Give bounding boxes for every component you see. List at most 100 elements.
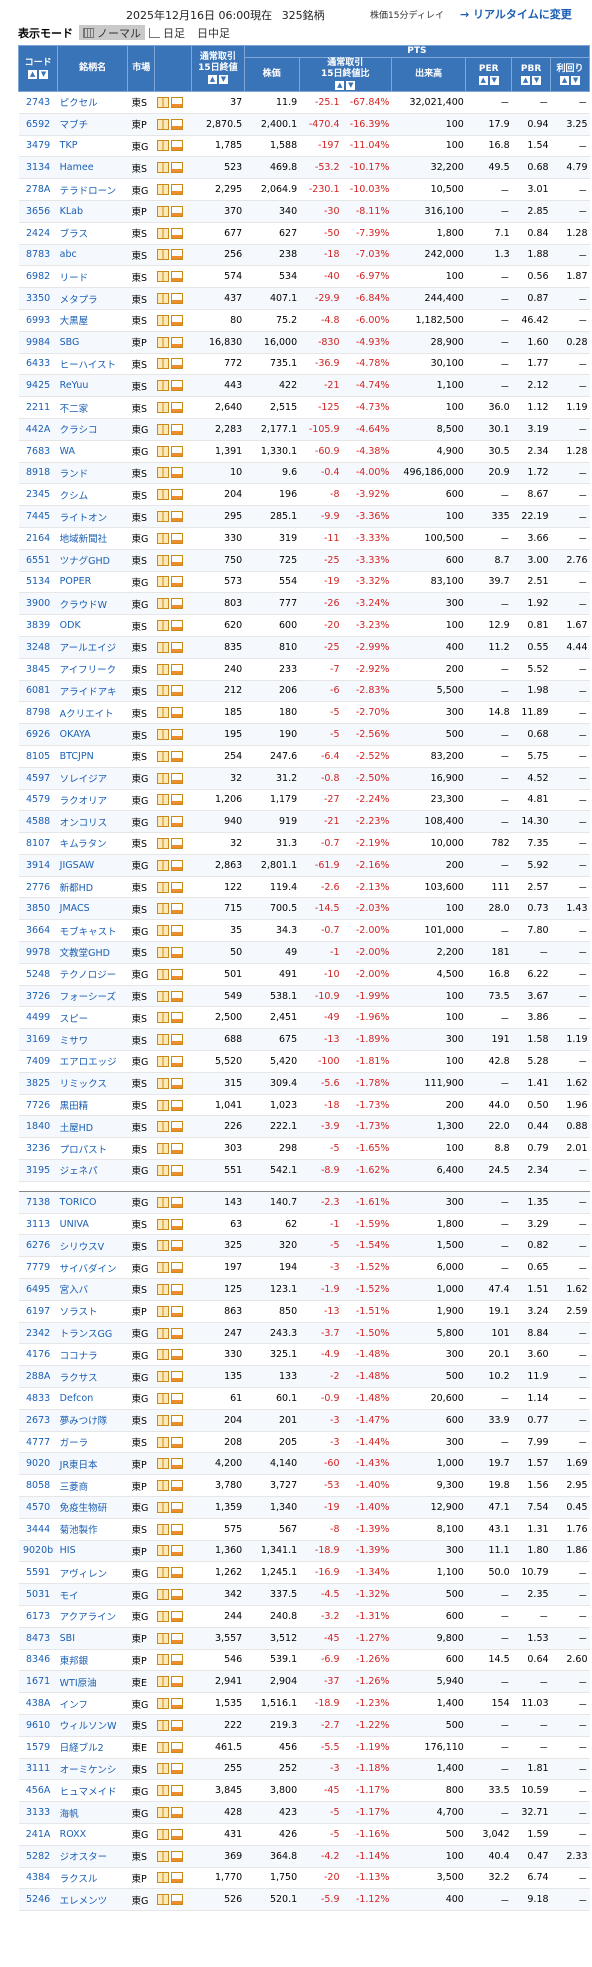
- cell-name[interactable]: 不二家: [57, 396, 128, 419]
- chart-icon[interactable]: [170, 227, 183, 239]
- col-per[interactable]: PER ▲ ▼: [465, 57, 513, 92]
- chart-icon[interactable]: [170, 1240, 183, 1252]
- book-icon[interactable]: [156, 1545, 169, 1557]
- cell-code[interactable]: 6592: [18, 113, 58, 136]
- book-icon[interactable]: [156, 1589, 169, 1601]
- chart-icon[interactable]: [170, 1763, 183, 1775]
- cell-code[interactable]: 3726: [18, 985, 58, 1008]
- cell-name[interactable]: Defcon: [57, 1387, 128, 1410]
- cell-name[interactable]: UNIVA: [57, 1213, 128, 1236]
- cell-name[interactable]: abc: [57, 244, 128, 267]
- cell-name[interactable]: HIS: [57, 1540, 128, 1563]
- chart-icon[interactable]: [170, 707, 183, 719]
- cell-code[interactable]: 442A: [18, 418, 58, 441]
- chart-icon[interactable]: [170, 1349, 183, 1361]
- cell-code[interactable]: 278A: [18, 178, 58, 201]
- cell-name[interactable]: 文教堂GHD: [57, 941, 128, 964]
- chart-icon[interactable]: [170, 1143, 183, 1155]
- chart-icon[interactable]: [170, 903, 183, 915]
- cell-code[interactable]: 5591: [18, 1561, 58, 1585]
- cell-code[interactable]: 6276: [18, 1234, 58, 1258]
- cell-code[interactable]: 7138: [18, 1191, 58, 1214]
- cell-code[interactable]: 241A: [18, 1823, 58, 1846]
- chart-icon[interactable]: [170, 162, 183, 174]
- cell-name[interactable]: Aクリエイト: [57, 701, 128, 725]
- cell-code[interactable]: 7409: [18, 1050, 58, 1073]
- cell-name[interactable]: オンコリス: [57, 810, 128, 834]
- book-icon[interactable]: [156, 358, 169, 370]
- cell-code[interactable]: 3111: [18, 1758, 58, 1781]
- cell-name[interactable]: ODK: [57, 614, 128, 637]
- chart-icon[interactable]: [170, 925, 183, 937]
- cell-name[interactable]: マブチ: [57, 113, 128, 136]
- cell-code[interactable]: 5031: [18, 1583, 58, 1606]
- cell-code[interactable]: 5282: [18, 1845, 58, 1868]
- cell-code[interactable]: 3825: [18, 1072, 58, 1095]
- cell-code[interactable]: 9425: [18, 374, 58, 398]
- book-icon[interactable]: [156, 1719, 169, 1731]
- cell-code[interactable]: 3169: [18, 1028, 58, 1052]
- book-icon[interactable]: [156, 1807, 169, 1819]
- book-icon[interactable]: [156, 1371, 169, 1383]
- cell-name[interactable]: クシム: [57, 483, 128, 507]
- cell-code[interactable]: 4588: [18, 810, 58, 834]
- cell-code[interactable]: 8473: [18, 1627, 58, 1650]
- cell-code[interactable]: 9610: [18, 1714, 58, 1737]
- chart-icon[interactable]: [170, 968, 183, 980]
- book-icon[interactable]: [156, 1034, 169, 1046]
- book-icon[interactable]: [156, 794, 169, 806]
- cell-name[interactable]: アイフリーク: [57, 658, 128, 681]
- cell-name[interactable]: 日経ブル2: [57, 1736, 128, 1759]
- book-icon[interactable]: [156, 1741, 169, 1753]
- cell-name[interactable]: ツナグGHD: [57, 549, 128, 572]
- book-icon[interactable]: [156, 1523, 169, 1535]
- cell-code[interactable]: 4579: [18, 789, 58, 812]
- book-icon[interactable]: [156, 772, 169, 784]
- book-icon[interactable]: [156, 903, 169, 915]
- book-icon[interactable]: [156, 140, 169, 152]
- chart-icon[interactable]: [170, 663, 183, 675]
- chart-icon[interactable]: [170, 1698, 183, 1710]
- cell-name[interactable]: テクノロジー: [57, 963, 128, 986]
- mode-normal-button[interactable]: ノーマル: [79, 25, 145, 40]
- cell-name[interactable]: テラドローン: [57, 178, 128, 201]
- chart-icon[interactable]: [170, 1785, 183, 1797]
- cell-code[interactable]: 3350: [18, 287, 58, 310]
- cell-code[interactable]: 456A: [18, 1779, 58, 1803]
- book-icon[interactable]: [156, 205, 169, 217]
- cell-code[interactable]: 3236: [18, 1137, 58, 1161]
- book-icon[interactable]: [156, 467, 169, 479]
- cell-name[interactable]: 夢みつけ隊: [57, 1409, 128, 1432]
- cell-code[interactable]: 6551: [18, 549, 58, 572]
- book-icon[interactable]: [156, 380, 169, 392]
- book-icon[interactable]: [156, 1392, 169, 1404]
- cell-name[interactable]: エレメンツ: [57, 1888, 128, 1912]
- book-icon[interactable]: [156, 1240, 169, 1252]
- book-icon[interactable]: [156, 402, 169, 414]
- cell-code[interactable]: 8918: [18, 462, 58, 485]
- realtime-link[interactable]: → リアルタイムに変更: [460, 6, 572, 22]
- book-icon[interactable]: [156, 663, 169, 675]
- book-icon[interactable]: [156, 1218, 169, 1230]
- cell-name[interactable]: JIGSAW: [57, 854, 128, 877]
- book-icon[interactable]: [156, 946, 169, 958]
- cell-name[interactable]: 菊池製作: [57, 1518, 128, 1541]
- cell-code[interactable]: 5248: [18, 963, 58, 986]
- chart-icon[interactable]: [170, 729, 183, 740]
- cell-code[interactable]: 438A: [18, 1692, 58, 1715]
- chart-icon[interactable]: [170, 402, 183, 414]
- chart-icon[interactable]: [170, 1545, 183, 1557]
- cell-code[interactable]: 7683: [18, 440, 58, 463]
- chart-icon[interactable]: [170, 1480, 183, 1492]
- cell-name[interactable]: ラクオリア: [57, 789, 128, 812]
- book-icon[interactable]: [156, 227, 169, 239]
- cell-name[interactable]: ジェネパ: [57, 1159, 128, 1182]
- col-prev-close[interactable]: 通常取引 15日終値 ▲ ▼: [191, 45, 245, 92]
- chart-icon[interactable]: [170, 293, 183, 305]
- chart-icon[interactable]: [170, 314, 183, 326]
- cell-code[interactable]: 9020: [18, 1452, 58, 1476]
- book-icon[interactable]: [156, 423, 169, 435]
- book-icon[interactable]: [156, 1785, 169, 1797]
- book-icon[interactable]: [156, 1698, 169, 1710]
- book-icon[interactable]: [156, 445, 169, 457]
